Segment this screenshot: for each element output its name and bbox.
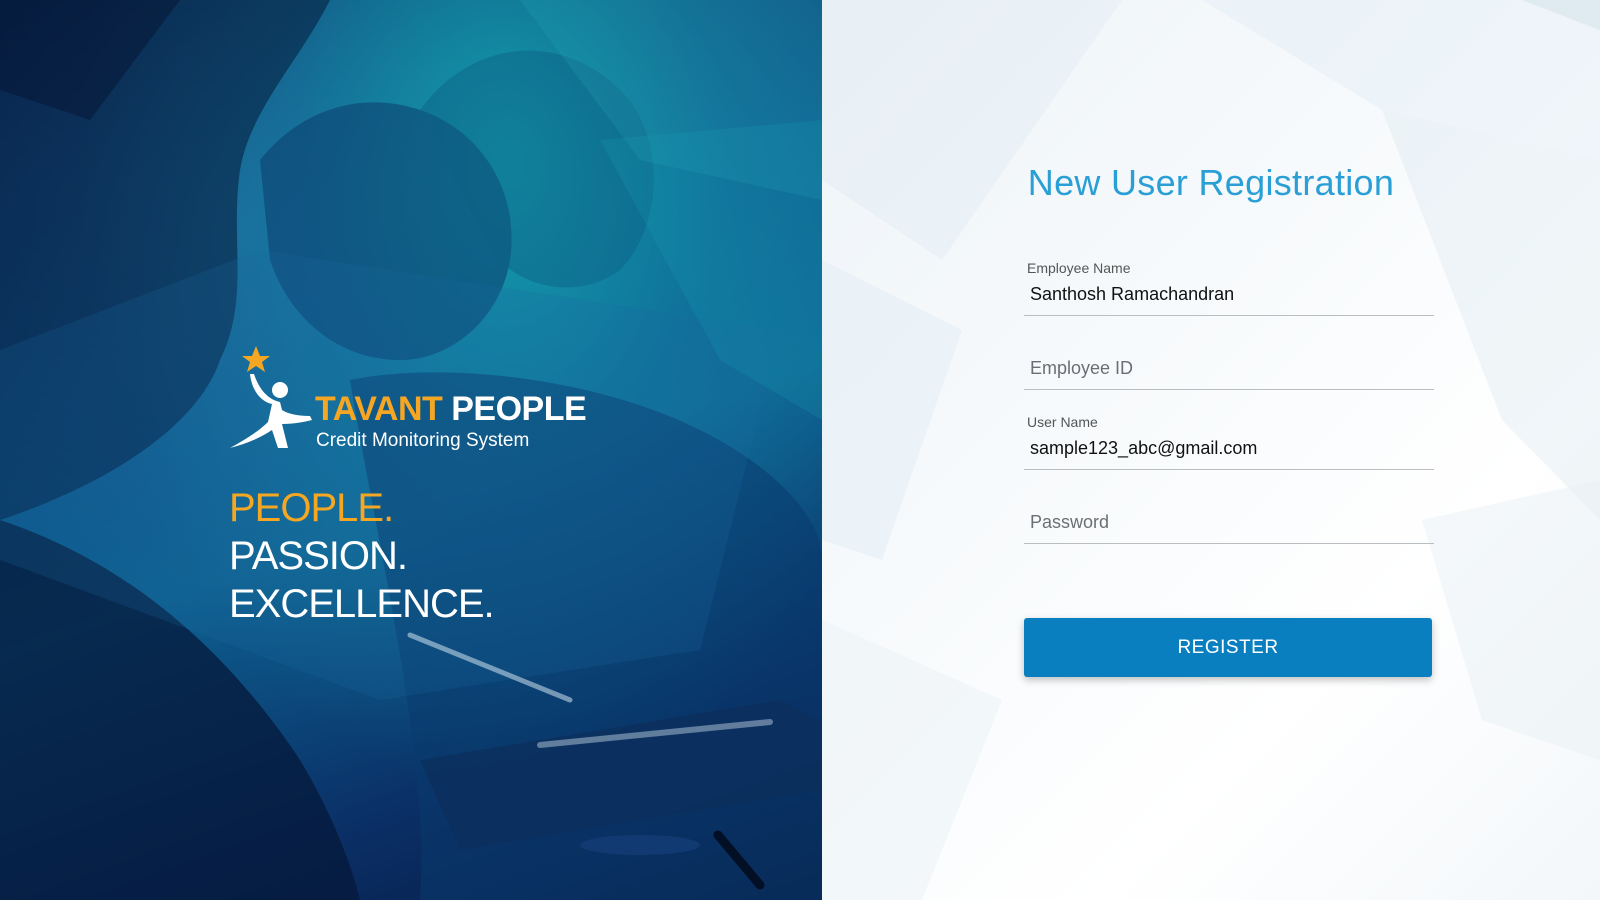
employee-id-field[interactable]: Employee ID — [1024, 348, 1434, 390]
page-title: New User Registration — [1027, 162, 1395, 203]
brand-logo: TAVANT PEOPLE Credit Monitoring System — [228, 344, 608, 454]
employee-id-input[interactable]: Employee ID — [1030, 358, 1133, 379]
tagline-line-3: EXCELLENCE. — [229, 582, 495, 626]
register-button[interactable]: REGISTER — [1024, 618, 1432, 677]
employee-name-label: Employee Name — [1027, 260, 1131, 276]
hero-panel: TAVANT PEOPLE Credit Monitoring System P… — [0, 0, 822, 900]
brand-name-rest: PEOPLE — [442, 390, 587, 428]
employee-name-field[interactable]: Employee Name Santhosh Ramachandran — [1024, 256, 1434, 316]
employee-name-input[interactable]: Santhosh Ramachandran — [1030, 284, 1234, 305]
brand-subtitle: Credit Monitoring System — [316, 430, 530, 451]
registration-panel: New User Registration Employee Name Sant… — [822, 0, 1600, 900]
user-name-input[interactable]: sample123_abc@gmail.com — [1030, 438, 1257, 459]
tagline-line-2: PASSION. — [229, 534, 408, 578]
brand-name: TAVANT PEOPLE — [315, 390, 587, 429]
user-name-field[interactable]: User Name sample123_abc@gmail.com — [1024, 412, 1434, 470]
star-figure-icon — [230, 346, 312, 448]
brand-name-accent: TAVANT — [315, 390, 443, 428]
password-input[interactable]: Password — [1030, 512, 1109, 533]
password-field[interactable]: Password — [1024, 502, 1434, 544]
tagline: PEOPLE. PASSION. EXCELLENCE. — [229, 484, 495, 628]
tagline-line-1: PEOPLE. — [229, 486, 394, 530]
user-name-label: User Name — [1027, 414, 1098, 430]
